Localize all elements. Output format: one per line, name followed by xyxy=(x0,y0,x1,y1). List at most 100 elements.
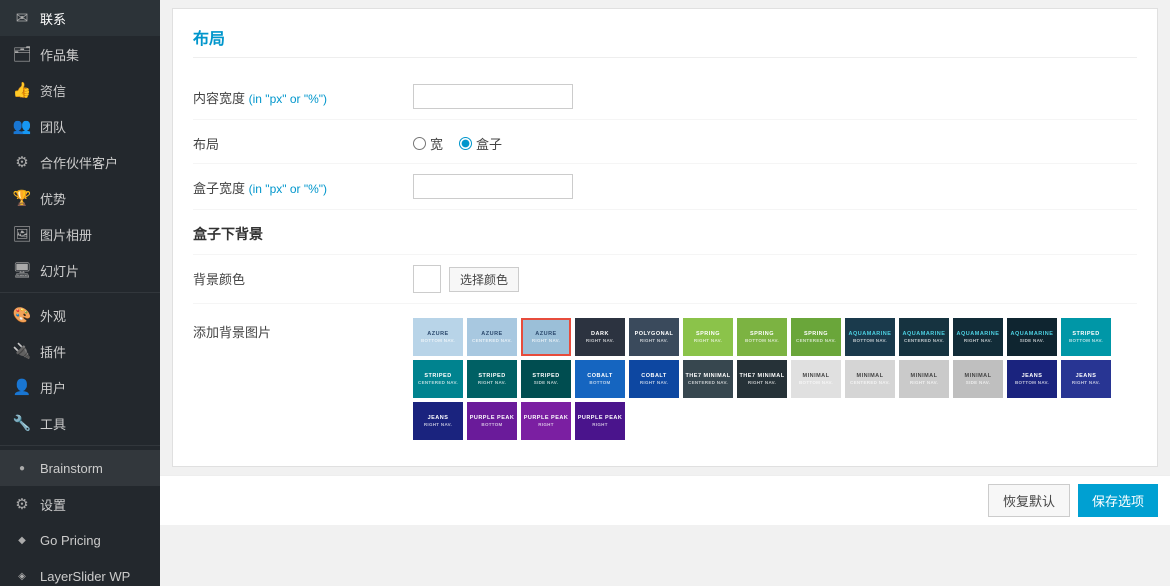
box-width-hint: (in "px" or "%") xyxy=(249,182,327,196)
sidebar-label-credit: 资信 xyxy=(40,81,66,100)
sidebar-item-go-pricing[interactable]: ◆ Go Pricing xyxy=(0,522,160,558)
bg-thumb-1[interactable]: AZUREcentered nav. xyxy=(467,318,517,356)
partners-icon: ⚙ xyxy=(12,152,32,172)
bg-thumb-14[interactable]: STRIPEDright nav. xyxy=(467,360,517,398)
bg-thumb-7[interactable]: SPRINGcentered nav. xyxy=(791,318,841,356)
bg-thumb-23[interactable]: MINIMALside nav. xyxy=(953,360,1003,398)
bg-thumb-17[interactable]: COBALTright nav. xyxy=(629,360,679,398)
restore-button[interactable]: 恢复默认 xyxy=(988,484,1070,517)
content-width-label: 内容宽度 (in "px" or "%") xyxy=(193,84,413,107)
bg-thumb-25[interactable]: JEANSright nav. xyxy=(1061,360,1111,398)
credit-icon: 👍 xyxy=(12,80,32,100)
layout-boxed-label: 盒子 xyxy=(476,134,502,153)
bg-thumb-15[interactable]: STRIPEDside nav. xyxy=(521,360,571,398)
bg-thumb-20[interactable]: MINIMALbottom nav. xyxy=(791,360,841,398)
layout-row: 布局 宽 盒子 xyxy=(193,120,1137,164)
bg-thumb-8[interactable]: AQUAMARINEbottom nav. xyxy=(845,318,895,356)
bg-color-control: 选择颜色 xyxy=(413,265,1137,293)
bg-thumb-22[interactable]: MINIMALright nav. xyxy=(899,360,949,398)
sidebar-item-settings[interactable]: ⚙ 设置 xyxy=(0,486,160,522)
save-button[interactable]: 保存选项 xyxy=(1078,484,1158,517)
sidebar-item-plugins[interactable]: 🔌 插件 xyxy=(0,333,160,369)
layout-wide-label: 宽 xyxy=(430,134,443,153)
content-width-hint: (in "px" or "%") xyxy=(249,92,327,106)
sidebar-item-slideshow[interactable]: 🖥 幻灯片 xyxy=(0,252,160,288)
sidebar-label-contact: 联系 xyxy=(40,9,66,28)
layout-boxed-radio[interactable] xyxy=(459,137,472,150)
color-swatch[interactable] xyxy=(413,265,441,293)
sidebar-label-portfolio: 作品集 xyxy=(40,45,79,64)
portfolio-icon: 🗂 xyxy=(12,44,32,64)
sidebar-label-tools: 工具 xyxy=(40,414,66,433)
bg-thumb-13[interactable]: STRIPEDcentered nav. xyxy=(413,360,463,398)
sidebar-label-go-pricing: Go Pricing xyxy=(40,533,101,548)
box-width-input[interactable]: 1280px xyxy=(413,174,573,199)
bg-thumb-29[interactable]: PURPLE PEAKright xyxy=(575,402,625,440)
layout-section: 布局 内容宽度 (in "px" or "%") 1250px 布局 宽 xyxy=(172,8,1158,467)
bg-thumb-11[interactable]: AQUAMARINEside nav. xyxy=(1007,318,1057,356)
sidebar-item-appearance[interactable]: 🎨 外观 xyxy=(0,297,160,333)
sidebar-item-contact[interactable]: ✉ 联系 xyxy=(0,0,160,36)
bg-thumb-16[interactable]: COBALTbottom xyxy=(575,360,625,398)
sidebar-label-team: 团队 xyxy=(40,117,66,136)
team-icon: 👥 xyxy=(12,116,32,136)
sidebar-label-advantages: 优势 xyxy=(40,189,66,208)
sidebar: ✉ 联系 🗂 作品集 👍 资信 👥 团队 ⚙ 合作伙伴客户 🏆 优势 🖼 图片相… xyxy=(0,0,160,586)
sidebar-label-gallery: 图片相册 xyxy=(40,225,92,244)
bg-thumb-21[interactable]: MINIMALcentered nav. xyxy=(845,360,895,398)
divider-1 xyxy=(0,292,160,293)
content-width-input[interactable]: 1250px xyxy=(413,84,573,109)
select-color-button[interactable]: 选择颜色 xyxy=(449,267,519,292)
sidebar-label-layerslider: LayerSlider WP xyxy=(40,569,130,584)
box-width-control: 1280px xyxy=(413,174,1137,199)
bg-thumb-4[interactable]: POLYGONALright nav. xyxy=(629,318,679,356)
bg-thumb-12[interactable]: STRIPEDbottom nav. xyxy=(1061,318,1111,356)
brainstorm-icon: ● xyxy=(12,458,32,478)
bg-thumb-9[interactable]: AQUAMARINEcentered nav. xyxy=(899,318,949,356)
advantages-icon: 🏆 xyxy=(12,188,32,208)
sidebar-item-layerslider[interactable]: ◈ LayerSlider WP xyxy=(0,558,160,586)
bg-thumb-6[interactable]: SPRINGbottom nav. xyxy=(737,318,787,356)
sidebar-label-partners: 合作伙伴客户 xyxy=(40,153,118,172)
bg-thumb-5[interactable]: SPRINGright nav. xyxy=(683,318,733,356)
go-pricing-icon: ◆ xyxy=(12,530,32,550)
sidebar-item-credit[interactable]: 👍 资信 xyxy=(0,72,160,108)
add-bg-image-label: 添加背景图片 xyxy=(193,314,413,341)
layout-wide-option[interactable]: 宽 xyxy=(413,134,443,153)
sidebar-item-brainstorm[interactable]: ● Brainstorm xyxy=(0,450,160,486)
sidebar-item-partners[interactable]: ⚙ 合作伙伴客户 xyxy=(0,144,160,180)
bg-color-label: 背景颜色 xyxy=(193,265,413,288)
sidebar-label-plugins: 插件 xyxy=(40,342,66,361)
layout-control: 宽 盒子 xyxy=(413,130,1137,153)
sidebar-item-users[interactable]: 👤 用户 xyxy=(0,369,160,405)
layout-wide-radio[interactable] xyxy=(413,137,426,150)
sidebar-label-users: 用户 xyxy=(40,378,66,397)
sidebar-item-portfolio[interactable]: 🗂 作品集 xyxy=(0,36,160,72)
box-background-row: 盒子下背景 xyxy=(193,210,1137,255)
footer-buttons: 恢复默认 保存选项 xyxy=(160,475,1170,525)
sidebar-item-tools[interactable]: 🔧 工具 xyxy=(0,405,160,441)
content-width-control: 1250px xyxy=(413,84,1137,109)
sidebar-item-team[interactable]: 👥 团队 xyxy=(0,108,160,144)
bg-thumb-24[interactable]: JEANSbottom nav. xyxy=(1007,360,1057,398)
users-icon: 👤 xyxy=(12,377,32,397)
contact-icon: ✉ xyxy=(12,8,32,28)
sidebar-item-gallery[interactable]: 🖼 图片相册 xyxy=(0,216,160,252)
bg-thumb-18[interactable]: THE7 MINIMALcentered nav. xyxy=(683,360,733,398)
bg-thumb-26[interactable]: JEANSright nav. xyxy=(413,402,463,440)
content-width-row: 内容宽度 (in "px" or "%") 1250px xyxy=(193,74,1137,120)
bg-thumb-19[interactable]: THE7 MINIMALright nav. xyxy=(737,360,787,398)
bg-thumb-10[interactable]: AQUAMARINEright nav. xyxy=(953,318,1003,356)
sidebar-label-slideshow: 幻灯片 xyxy=(40,261,79,280)
layerslider-icon: ◈ xyxy=(12,566,32,586)
bg-thumb-2[interactable]: AZUREright nav. xyxy=(521,318,571,356)
bg-color-row: 背景颜色 选择颜色 xyxy=(193,255,1137,304)
bg-thumb-27[interactable]: PURPLE PEAKbottom xyxy=(467,402,517,440)
bg-thumb-28[interactable]: PURPLE PEAKright xyxy=(521,402,571,440)
sidebar-item-advantages[interactable]: 🏆 优势 xyxy=(0,180,160,216)
layout-boxed-option[interactable]: 盒子 xyxy=(459,134,502,153)
color-picker-row: 选择颜色 xyxy=(413,265,1137,293)
bg-thumb-0[interactable]: AZUREbottom nav. xyxy=(413,318,463,356)
tools-icon: 🔧 xyxy=(12,413,32,433)
bg-thumb-3[interactable]: DARKright nav. xyxy=(575,318,625,356)
